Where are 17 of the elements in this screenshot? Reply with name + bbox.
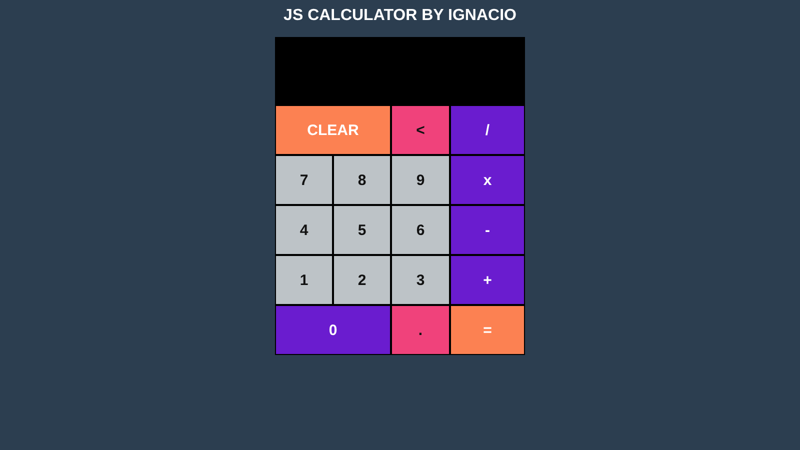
calculator-key[interactable]: x [450,155,525,205]
calculator-key[interactable]: + [450,255,525,305]
calculator-key[interactable]: 1 [275,255,333,305]
calculator-key[interactable]: 4 [275,205,333,255]
calculator-key[interactable]: < [391,105,450,155]
calculator-key[interactable]: - [450,205,525,255]
calculator-key[interactable]: 2 [333,255,391,305]
calculator-key[interactable]: . [391,305,450,355]
calculator-key[interactable]: 8 [333,155,391,205]
calculator-key[interactable]: 5 [333,205,391,255]
calculator-key[interactable]: 7 [275,155,333,205]
calculator-key[interactable]: / [450,105,525,155]
calculator-key[interactable]: 9 [391,155,450,205]
calculator-key[interactable]: 3 [391,255,450,305]
calculator-key[interactable]: 6 [391,205,450,255]
page-title: JS CALCULATOR BY IGNACIO [284,7,516,25]
calculator-key[interactable]: 0 [275,305,391,355]
